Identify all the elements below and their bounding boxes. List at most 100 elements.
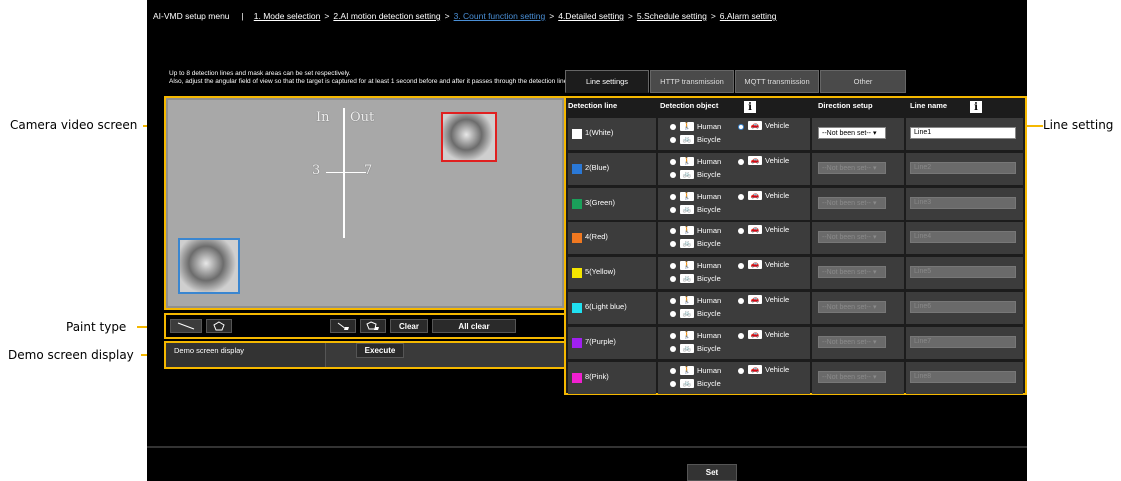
bicycle-label: Bicycle bbox=[697, 135, 721, 144]
execute-button[interactable]: Execute bbox=[356, 343, 404, 358]
human-radio[interactable] bbox=[670, 193, 676, 200]
crumb-mode-selection[interactable]: 1. Mode selection bbox=[254, 11, 321, 21]
clear-button[interactable]: Clear bbox=[390, 319, 428, 333]
table-row: 1(White) 🚶 Human 🚲 Bicycle 🚗 Vehicle --Not been… bbox=[568, 118, 1023, 150]
line-tool-button[interactable] bbox=[170, 319, 202, 333]
direction-select[interactable]: --Not been set-- ▾ bbox=[818, 127, 886, 139]
human-radio[interactable] bbox=[670, 332, 676, 339]
crumb-detailed-setting[interactable]: 4.Detailed setting bbox=[558, 11, 624, 21]
erase-line-button[interactable] bbox=[330, 319, 356, 333]
vehicle-icon: 🚗 bbox=[748, 225, 762, 235]
vehicle-label: Vehicle bbox=[765, 155, 790, 165]
line-name-cell: Line4 bbox=[906, 222, 1023, 255]
bicycle-icon: 🚲 bbox=[680, 343, 694, 353]
human-icon: 🚶 bbox=[680, 365, 694, 375]
info-icon[interactable]: i bbox=[970, 101, 982, 113]
vehicle-radio[interactable] bbox=[738, 193, 744, 200]
detection-object-cell: 🚶 Human 🚲 Bicycle 🚗 Vehicle bbox=[658, 118, 810, 150]
crumb-ai-motion-detection[interactable]: 2.AI motion detection setting bbox=[333, 11, 440, 21]
table-header: Detection line Detection object i Direct… bbox=[566, 98, 1025, 116]
vehicle-radio[interactable] bbox=[738, 367, 744, 374]
crumb-schedule-setting[interactable]: 5.Schedule setting bbox=[637, 11, 707, 21]
bicycle-radio[interactable] bbox=[670, 206, 676, 213]
tab-mqtt-transmission[interactable]: MQTT transmission bbox=[735, 70, 819, 93]
polygon-tool-button[interactable] bbox=[206, 319, 232, 333]
direction-select[interactable]: --Not been set-- ▾ bbox=[818, 161, 886, 174]
erase-area-button[interactable] bbox=[360, 319, 386, 333]
camera-video-canvas[interactable]: In Out 3 7 bbox=[168, 100, 562, 306]
vehicle-icon: 🚗 bbox=[748, 329, 762, 339]
direction-select[interactable]: --Not been set-- ▾ bbox=[818, 196, 886, 209]
bicycle-radio[interactable] bbox=[670, 171, 676, 178]
bicycle-radio[interactable] bbox=[670, 241, 676, 248]
top-nav: AI-VMD setup menu | 1. Mode selection > … bbox=[147, 0, 1027, 32]
vehicle-label: Vehicle bbox=[765, 329, 790, 339]
tab-line-settings[interactable]: Line settings bbox=[565, 70, 649, 93]
crumb-arrow: > bbox=[549, 11, 555, 21]
direction-select[interactable]: --Not been set-- ▾ bbox=[818, 266, 886, 279]
human-icon: 🚶 bbox=[680, 296, 694, 305]
line-name-input[interactable]: Line7 bbox=[910, 335, 1016, 348]
detection-line-cell: 5(Yellow) bbox=[568, 257, 656, 290]
detection-line-cell: 4(Red) bbox=[568, 222, 656, 255]
annotation-paint-type: Paint type bbox=[66, 320, 127, 334]
vehicle-label: Vehicle bbox=[765, 260, 790, 270]
human-icon: 🚶 bbox=[680, 330, 694, 340]
line-name-input[interactable]: Line5 bbox=[910, 266, 1016, 279]
human-radio[interactable] bbox=[670, 367, 676, 374]
camera-video-screen: In Out 3 7 bbox=[164, 96, 566, 310]
direction-select[interactable]: --Not been set-- ▾ bbox=[818, 370, 886, 383]
vehicle-radio[interactable] bbox=[738, 158, 744, 165]
bicycle-icon: 🚲 bbox=[680, 169, 694, 179]
detection-object-cell: 🚶 Human 🚲 Bicycle 🚗 Vehicle bbox=[658, 292, 810, 324]
crumb-alarm-setting[interactable]: 6.Alarm setting bbox=[720, 11, 777, 21]
direction-select[interactable]: --Not been set-- ▾ bbox=[818, 301, 886, 313]
line-color-swatch bbox=[572, 163, 582, 174]
label-in: In bbox=[316, 110, 330, 125]
settings-tabs: Line settings HTTP transmission MQTT tra… bbox=[565, 70, 907, 93]
direction-select[interactable]: --Not been set-- ▾ bbox=[818, 231, 886, 244]
vehicle-radio[interactable] bbox=[738, 332, 744, 339]
human-label: Human bbox=[697, 226, 722, 236]
detected-object-red bbox=[441, 112, 497, 162]
line-color-swatch bbox=[572, 372, 582, 383]
bicycle-radio[interactable] bbox=[670, 137, 676, 143]
detection-line[interactable] bbox=[343, 108, 345, 238]
line-name-input[interactable]: Line4 bbox=[910, 231, 1016, 244]
demo-label: Demo screen display bbox=[166, 343, 326, 367]
human-radio[interactable] bbox=[670, 263, 676, 270]
crumb-count-function[interactable]: 3. Count function setting bbox=[454, 11, 546, 21]
demo-screen-display: Demo screen display Execute bbox=[164, 341, 566, 369]
direction-select[interactable]: --Not been set-- ▾ bbox=[818, 335, 886, 348]
info-icon[interactable]: i bbox=[744, 101, 756, 113]
detection-object-cell: 🚶 Human 🚲 Bicycle 🚗 Vehicle bbox=[658, 326, 810, 359]
set-button[interactable]: Set bbox=[687, 464, 737, 481]
human-radio[interactable] bbox=[670, 124, 676, 130]
vehicle-icon: 🚗 bbox=[748, 364, 762, 374]
bicycle-radio[interactable] bbox=[670, 276, 676, 283]
human-radio[interactable] bbox=[670, 298, 676, 304]
line-name-input[interactable]: Line2 bbox=[910, 161, 1016, 174]
bicycle-radio[interactable] bbox=[670, 311, 676, 317]
table-row: 5(Yellow) 🚶 Human 🚲 Bicycle 🚗 Vehicle --Not bee… bbox=[568, 257, 1023, 290]
bicycle-radio[interactable] bbox=[670, 380, 676, 387]
bicycle-label: Bicycle bbox=[697, 309, 721, 318]
vehicle-radio[interactable] bbox=[738, 298, 744, 304]
line-name-input[interactable]: Line1 bbox=[910, 127, 1016, 139]
bicycle-radio[interactable] bbox=[670, 345, 676, 352]
vehicle-radio[interactable] bbox=[738, 263, 744, 270]
human-radio[interactable] bbox=[670, 158, 676, 165]
line-name-input[interactable]: Line8 bbox=[910, 370, 1016, 383]
line-name-input[interactable]: Line6 bbox=[910, 301, 1016, 313]
all-clear-button[interactable]: All clear bbox=[432, 319, 516, 333]
human-icon: 🚶 bbox=[680, 226, 694, 236]
vehicle-radio[interactable] bbox=[738, 228, 744, 235]
human-icon: 🚶 bbox=[680, 261, 694, 271]
detection-object-cell: 🚶 Human 🚲 Bicycle 🚗 Vehicle bbox=[658, 257, 810, 290]
tab-http-transmission[interactable]: HTTP transmission bbox=[650, 70, 734, 93]
vehicle-radio[interactable] bbox=[738, 124, 744, 130]
line-name-cell: Line6 bbox=[906, 292, 1023, 324]
human-radio[interactable] bbox=[670, 228, 676, 235]
line-name-input[interactable]: Line3 bbox=[910, 196, 1016, 209]
tab-other[interactable]: Other bbox=[820, 70, 906, 93]
